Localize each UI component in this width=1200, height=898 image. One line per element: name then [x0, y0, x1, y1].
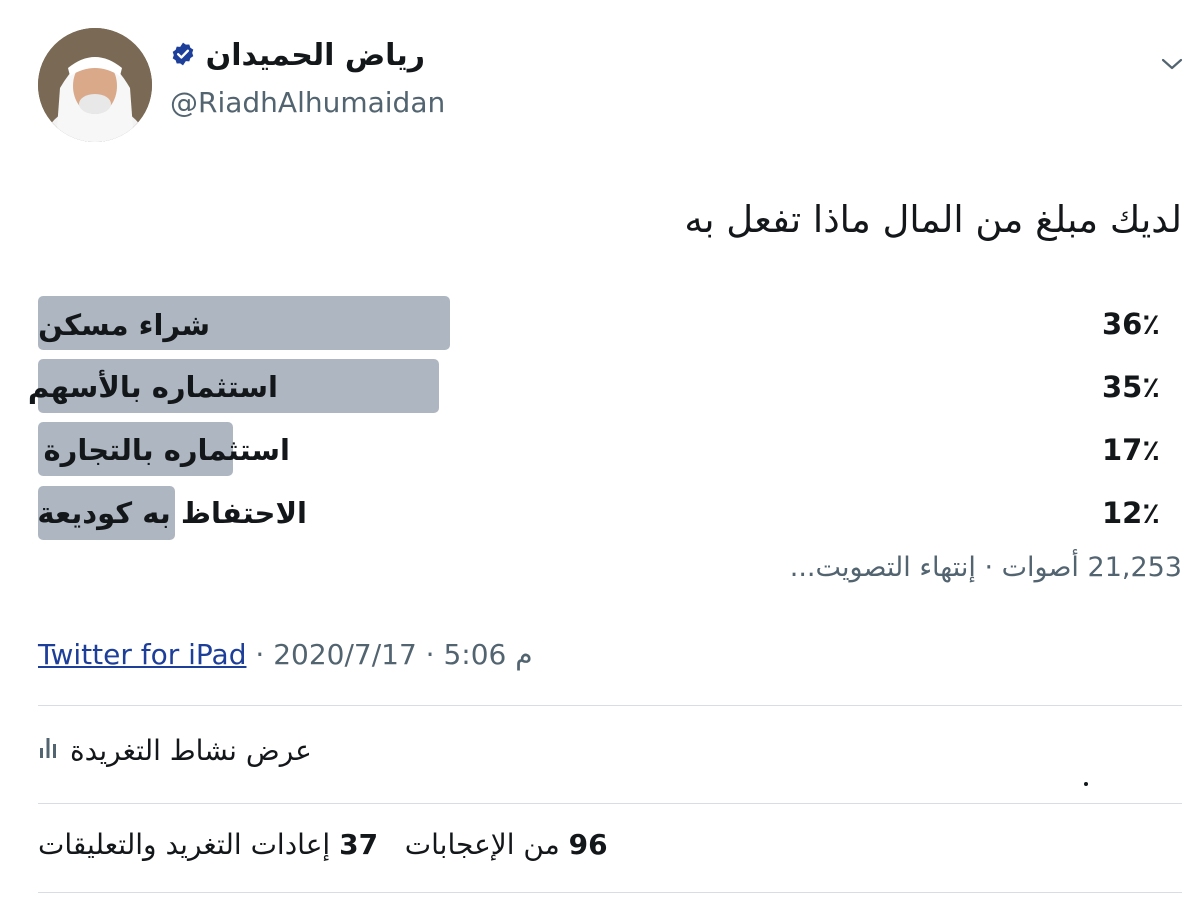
poll-option-label: استثماره بالتجارة: [43, 433, 291, 467]
poll-option-percent: 17٪: [1101, 433, 1160, 467]
poll-option-percent: 36٪: [1101, 307, 1160, 341]
tweet-time: 5:06 م: [443, 638, 533, 671]
poll-summary: 21,253 أصوات · إنتهاء التصويت...: [789, 552, 1182, 583]
divider: [38, 705, 1182, 706]
poll-option-label: شراء مسكن: [38, 308, 210, 342]
chevron-down-icon[interactable]: [1160, 55, 1184, 73]
divider: [38, 803, 1182, 804]
poll-option-label: الاحتفاظ به كوديعة: [37, 496, 307, 530]
view-activity-button[interactable]: عرض نشاط التغريدة: [38, 734, 312, 767]
analytics-icon: [38, 734, 58, 767]
source-link[interactable]: Twitter for iPad: [38, 638, 246, 671]
view-activity-label: عرض نشاط التغريدة: [70, 734, 312, 767]
dot: [1084, 782, 1088, 786]
meta-separator: ·: [246, 638, 274, 671]
author-name-row[interactable]: رياض الحميدان: [170, 38, 425, 73]
tweet-meta: Twitter for iPad · 2020/7/17 · 5:06 م: [38, 638, 533, 671]
meta-separator: ·: [416, 638, 444, 671]
retweets-count[interactable]: 37: [339, 828, 378, 861]
tweet-date: 2020/7/17: [273, 638, 417, 671]
divider: [38, 892, 1182, 893]
poll-option-percent: 35٪: [1101, 370, 1160, 404]
tweet-text: لديك مبلغ من المال ماذا تفعل به: [684, 198, 1182, 241]
retweets-label[interactable]: إعادات التغريد والتعليقات: [38, 828, 330, 861]
likes-label[interactable]: من الإعجابات: [405, 828, 560, 861]
avatar-photo: [38, 28, 152, 142]
verified-badge-icon: [170, 41, 196, 71]
likes-count[interactable]: 96: [569, 828, 608, 861]
poll-option-label: استثماره بالأسهم: [27, 370, 278, 404]
author-handle[interactable]: @RiadhAlhumaidan: [170, 86, 445, 119]
engagement-stats: إعادات التغريد والتعليقات 37 من الإعجابا…: [38, 828, 608, 861]
avatar[interactable]: [38, 28, 152, 142]
poll-option-percent: 12٪: [1101, 496, 1160, 530]
author-name: رياض الحميدان: [205, 38, 425, 73]
